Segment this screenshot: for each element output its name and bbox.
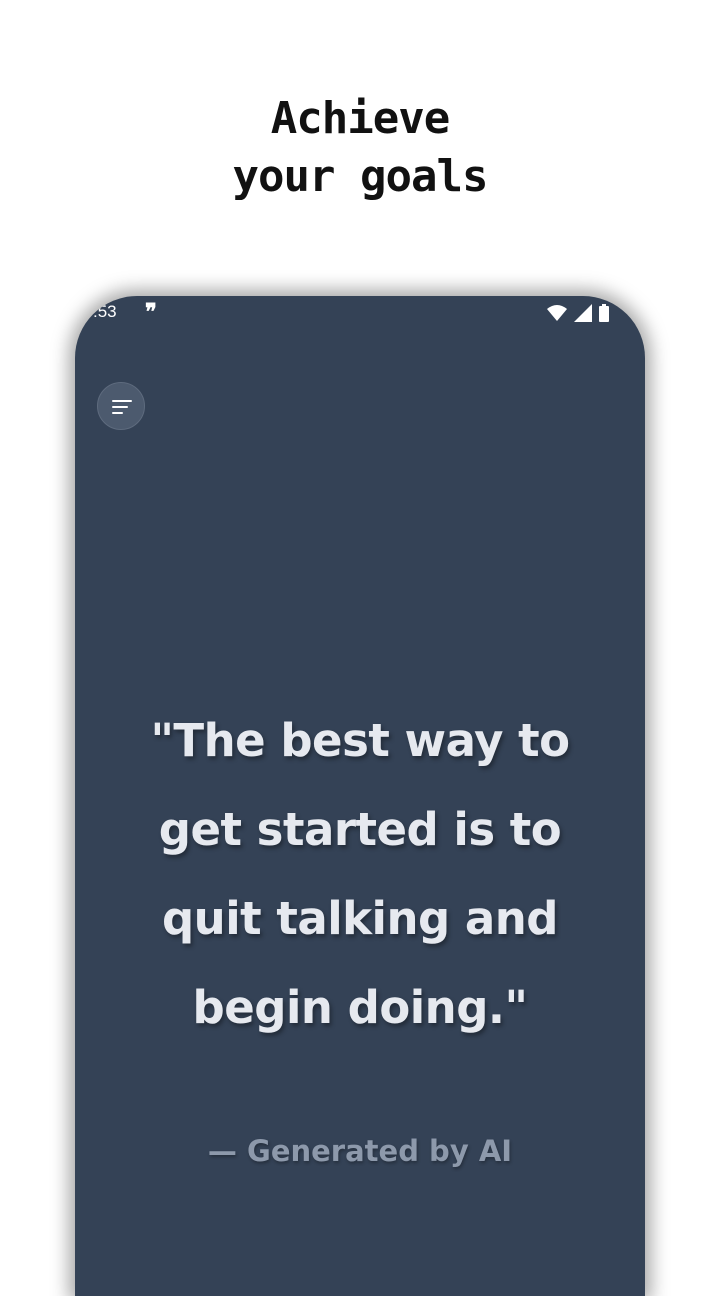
headline: Achieve your goals (0, 90, 720, 206)
phone-frame: :53 ❞ "The best way to get started is to… (75, 296, 645, 1296)
quote-text: "The best way to get started is to quit … (150, 714, 570, 1034)
wifi-icon (546, 305, 567, 321)
quote-icon: ❞ (145, 299, 157, 324)
cellular-signal-icon (573, 304, 592, 322)
status-time: :53 (93, 302, 117, 321)
headline-line-1: Achieve (270, 93, 450, 144)
headline-line-2: your goals (232, 151, 489, 202)
battery-icon (599, 304, 609, 322)
menu-button[interactable] (97, 382, 145, 430)
status-bar: :53 ❞ (75, 296, 645, 332)
quote-attribution: — Generated by AI (207, 1134, 513, 1168)
status-icons (545, 304, 609, 322)
menu-icon (112, 400, 132, 414)
